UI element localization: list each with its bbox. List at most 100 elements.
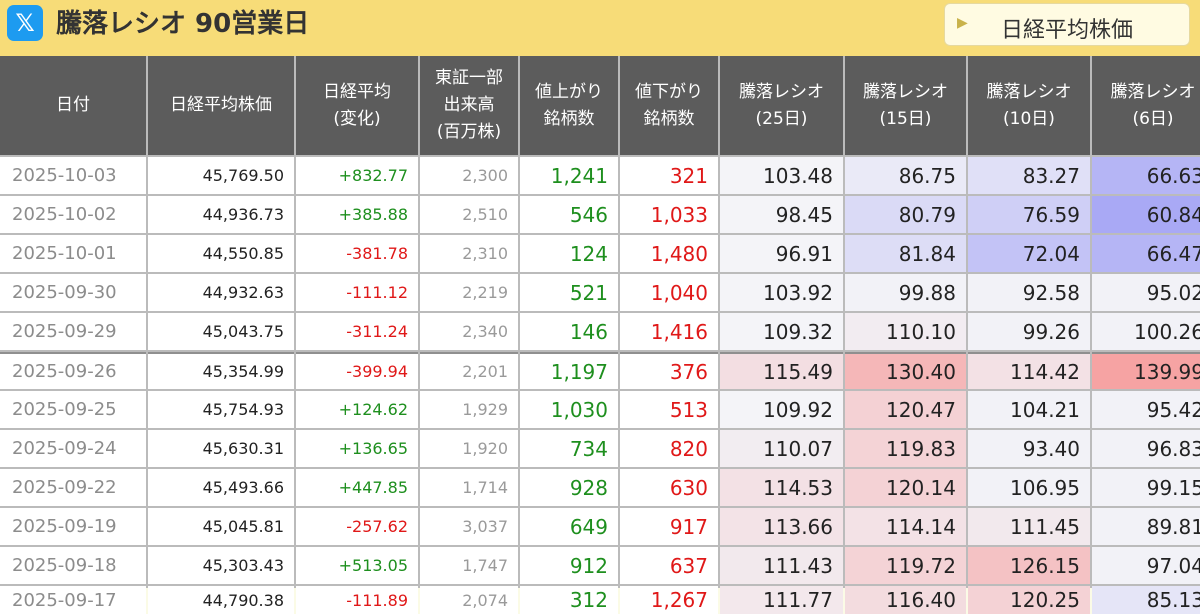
ratio-15-cell: 130.40: [845, 352, 966, 389]
declines-cell: 321: [620, 157, 718, 194]
volume-cell: 1,747: [420, 547, 518, 584]
date-cell: 2025-09-26: [0, 352, 146, 389]
date-cell: 2025-09-18: [0, 547, 146, 584]
advances-cell: 546: [520, 196, 618, 233]
advances-cell: 521: [520, 274, 618, 311]
ratio-25-cell: 111.43: [720, 547, 843, 584]
x-logo-icon[interactable]: 𝕏: [7, 5, 43, 41]
ratio-25-cell: 98.45: [720, 196, 843, 233]
ratio-10-cell: 114.42: [968, 352, 1090, 389]
declines-cell: 820: [620, 430, 718, 467]
advances-cell: 928: [520, 469, 618, 506]
volume-cell: 2,201: [420, 352, 518, 389]
ratio-6-cell: 89.81: [1092, 508, 1200, 545]
column-header-ratio-10[interactable]: 騰落レシオ (10日): [968, 56, 1090, 155]
ratio-6-cell: 66.63: [1092, 157, 1200, 194]
ratio-6-cell: 60.84: [1092, 196, 1200, 233]
ratio-10-cell: 126.15: [968, 547, 1090, 584]
nikkei-price-cell: 45,045.81: [148, 508, 294, 545]
ratio-15-cell: 86.75: [845, 157, 966, 194]
ratio-6-cell: 100.26: [1092, 313, 1200, 350]
ratio-15-cell: 110.10: [845, 313, 966, 350]
ratio-15-cell: 120.14: [845, 469, 966, 506]
nikkei-change-cell: -257.62: [296, 508, 418, 545]
declines-cell: 1,267: [620, 586, 718, 614]
volume-cell: 2,219: [420, 274, 518, 311]
nikkei-price-cell: 45,630.31: [148, 430, 294, 467]
nikkei-change-cell: +136.65: [296, 430, 418, 467]
page-title: 騰落レシオ 90営業日: [56, 9, 310, 39]
advances-cell: 1,241: [520, 157, 618, 194]
nikkei-price-cell: 44,550.85: [148, 235, 294, 272]
ratio-10-cell: 106.95: [968, 469, 1090, 506]
volume-cell: 2,510: [420, 196, 518, 233]
volume-cell: 2,074: [420, 586, 518, 614]
ratio-25-cell: 111.77: [720, 586, 843, 614]
declines-cell: 513: [620, 391, 718, 428]
ratio-10-cell: 76.59: [968, 196, 1090, 233]
nikkei-change-cell: +513.05: [296, 547, 418, 584]
ratio-25-cell: 96.91: [720, 235, 843, 272]
nikkei-price-cell: 45,303.43: [148, 547, 294, 584]
ratio-10-cell: 83.27: [968, 157, 1090, 194]
declines-cell: 1,416: [620, 313, 718, 350]
ratio-25-cell: 103.48: [720, 157, 843, 194]
date-cell: 2025-10-03: [0, 157, 146, 194]
ratio-15-cell: 119.72: [845, 547, 966, 584]
declines-cell: 917: [620, 508, 718, 545]
volume-cell: 3,037: [420, 508, 518, 545]
column-header-ratio-25[interactable]: 騰落レシオ (25日): [720, 56, 843, 155]
nikkei-average-button[interactable]: ▶ 日経平均株価: [944, 3, 1190, 46]
nikkei-change-cell: -381.78: [296, 235, 418, 272]
volume-cell: 2,340: [420, 313, 518, 350]
ratio-10-cell: 92.58: [968, 274, 1090, 311]
nikkei-change-cell: -311.24: [296, 313, 418, 350]
ratio-10-cell: 111.45: [968, 508, 1090, 545]
ratio-25-cell: 115.49: [720, 352, 843, 389]
advances-cell: 649: [520, 508, 618, 545]
date-cell: 2025-09-24: [0, 430, 146, 467]
declines-cell: 1,040: [620, 274, 718, 311]
title-bar: 𝕏 騰落レシオ 90営業日 ▶ 日経平均株価: [0, 0, 1200, 56]
column-header-nikkei-price[interactable]: 日経平均株価: [148, 56, 294, 155]
volume-cell: 2,310: [420, 235, 518, 272]
advances-cell: 146: [520, 313, 618, 350]
date-cell: 2025-10-02: [0, 196, 146, 233]
ratio-6-cell: 96.83: [1092, 430, 1200, 467]
column-header-date[interactable]: 日付: [0, 56, 146, 155]
ratio-10-cell: 93.40: [968, 430, 1090, 467]
nikkei-price-cell: 44,790.38: [148, 586, 294, 614]
ratio-15-cell: 120.47: [845, 391, 966, 428]
ratio-25-cell: 114.53: [720, 469, 843, 506]
nikkei-average-button-label: 日経平均株価: [1001, 18, 1134, 43]
column-header-ratio-6[interactable]: 騰落レシオ (6日): [1092, 56, 1200, 155]
declines-cell: 637: [620, 547, 718, 584]
declines-cell: 1,033: [620, 196, 718, 233]
nikkei-price-cell: 45,754.93: [148, 391, 294, 428]
nikkei-change-cell: +832.77: [296, 157, 418, 194]
column-header-ratio-15[interactable]: 騰落レシオ (15日): [845, 56, 966, 155]
ratio-25-cell: 110.07: [720, 430, 843, 467]
nikkei-change-cell: +385.88: [296, 196, 418, 233]
nikkei-price-cell: 45,354.99: [148, 352, 294, 389]
declines-cell: 376: [620, 352, 718, 389]
nikkei-change-cell: -111.89: [296, 586, 418, 614]
ratio-10-cell: 72.04: [968, 235, 1090, 272]
declines-cell: 630: [620, 469, 718, 506]
column-header-declines[interactable]: 値下がり 銘柄数: [620, 56, 718, 155]
date-cell: 2025-09-17: [0, 586, 146, 614]
nikkei-change-cell: -399.94: [296, 352, 418, 389]
column-header-advances[interactable]: 値上がり 銘柄数: [520, 56, 618, 155]
column-header-nikkei-change[interactable]: 日経平均 (変化): [296, 56, 418, 155]
volume-cell: 1,714: [420, 469, 518, 506]
advances-cell: 1,197: [520, 352, 618, 389]
column-header-volume[interactable]: 東証一部 出来高 (百万株): [420, 56, 518, 155]
nikkei-price-cell: 45,769.50: [148, 157, 294, 194]
date-cell: 2025-10-01: [0, 235, 146, 272]
nikkei-change-cell: -111.12: [296, 274, 418, 311]
volume-cell: 1,920: [420, 430, 518, 467]
ratio-6-cell: 95.42: [1092, 391, 1200, 428]
advances-cell: 1,030: [520, 391, 618, 428]
ratio-15-cell: 116.40: [845, 586, 966, 614]
advances-cell: 124: [520, 235, 618, 272]
